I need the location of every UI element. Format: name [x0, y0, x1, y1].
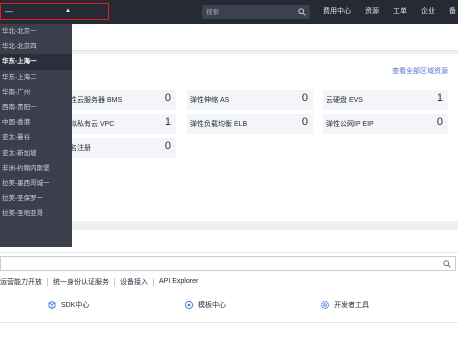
tool-label: 模板中心: [198, 302, 226, 309]
search-icon[interactable]: [443, 260, 451, 268]
developer-tools-row: SDK中心 模板中心 开发者工具: [0, 294, 458, 320]
region-option[interactable]: 拉美-圣保罗一: [0, 191, 72, 206]
tag-separator: [114, 277, 115, 286]
resource-card[interactable]: 弹性伸缩 AS 0: [187, 90, 313, 110]
template-center-link[interactable]: 模板中心: [184, 300, 226, 310]
nav-billing[interactable]: 费用中心: [323, 0, 351, 24]
search-input[interactable]: [206, 6, 292, 18]
resource-count: 1: [164, 116, 171, 128]
template-icon: [184, 300, 194, 310]
region-option[interactable]: 亚太-新加坡: [0, 146, 72, 161]
region-selected-label: —: [5, 7, 13, 16]
search-icon[interactable]: [298, 8, 306, 16]
region-option[interactable]: 亚太-曼谷: [0, 130, 72, 145]
caret-up-icon: ▲: [65, 8, 71, 14]
developer-tools-link[interactable]: 开发者工具: [320, 300, 369, 310]
region-option[interactable]: 拉美-圣地亚哥: [0, 206, 72, 221]
resource-card[interactable]: 弹性云服务器 BMS 0: [60, 90, 176, 110]
tool-label: 开发者工具: [334, 302, 369, 309]
resource-count: 0: [164, 92, 171, 104]
region-option[interactable]: 华南-广州: [0, 85, 72, 100]
sdk-center-link[interactable]: SDK中心: [47, 300, 89, 310]
resource-count: 0: [164, 140, 171, 152]
resource-label: 弹性公网IP EIP: [326, 121, 374, 128]
nav-enterprise[interactable]: 企业: [421, 0, 435, 24]
resource-count: 0: [301, 92, 308, 104]
resource-count: 0: [436, 116, 443, 128]
top-bar: — ▲ 费用中心 资源 工单 企业 备: [0, 0, 458, 24]
region-option[interactable]: 西南-贵阳一: [0, 100, 72, 115]
resource-count: 0: [301, 116, 308, 128]
resource-card[interactable]: 域名注册 0: [60, 138, 176, 158]
region-option[interactable]: 华东-上海二: [0, 70, 72, 85]
region-option[interactable]: 华北-北京一: [0, 24, 72, 39]
resource-card[interactable]: 弹性负载均衡 ELB 0: [187, 114, 313, 134]
global-search[interactable]: [202, 5, 310, 19]
gear-icon: [320, 300, 330, 310]
resource-label: 云硬盘 EVS: [326, 97, 363, 104]
resource-label: 弹性伸缩 AS: [190, 97, 230, 104]
api-section: [0, 230, 458, 344]
top-nav: 费用中心 资源 工单 企业 备: [323, 0, 458, 24]
tool-label: SDK中心: [61, 302, 90, 309]
api-tag[interactable]: 统一身份认证服务: [53, 277, 109, 287]
resource-card[interactable]: 云硬盘 EVS 1: [323, 90, 448, 110]
nav-resources[interactable]: 资源: [365, 0, 379, 24]
region-selector[interactable]: — ▲: [0, 3, 109, 20]
resource-label: 弹性负载均衡 ELB: [190, 121, 248, 128]
resource-card[interactable]: 弹性公网IP EIP 0: [323, 114, 448, 134]
nav-more[interactable]: 备: [449, 0, 456, 24]
tag-separator: [47, 277, 48, 286]
region-dropdown: 华北-北京一 华北-北京四 华东-上海一 华东-上海二 华南-广州 西南-贵阳一…: [0, 24, 72, 247]
api-search-field[interactable]: [0, 256, 456, 271]
divider: [0, 252, 458, 253]
region-option[interactable]: 拉美-墨西哥城一: [0, 176, 72, 191]
tag-separator: [153, 277, 154, 286]
region-option[interactable]: 非洲-约翰内斯堡: [0, 161, 72, 176]
nav-tickets[interactable]: 工单: [393, 0, 407, 24]
region-option[interactable]: 华北-北京四: [0, 39, 72, 54]
resource-count: 1: [436, 92, 443, 104]
api-tag[interactable]: 设备接入: [120, 277, 148, 287]
view-all-regions-link[interactable]: 查看全部区域资源: [392, 66, 448, 76]
sdk-icon: [48, 300, 56, 310]
api-tag[interactable]: 运营能力开放: [0, 277, 42, 287]
region-option-active[interactable]: 华东-上海一: [0, 54, 72, 70]
resource-card[interactable]: 虚拟私有云 VPC 1: [60, 114, 176, 134]
divider: [0, 322, 458, 323]
api-tag-list: 运营能力开放 统一身份认证服务 设备接入 API Explorer: [0, 276, 198, 287]
api-tag[interactable]: API Explorer: [159, 278, 198, 285]
region-option[interactable]: 中国-香港: [0, 115, 72, 130]
